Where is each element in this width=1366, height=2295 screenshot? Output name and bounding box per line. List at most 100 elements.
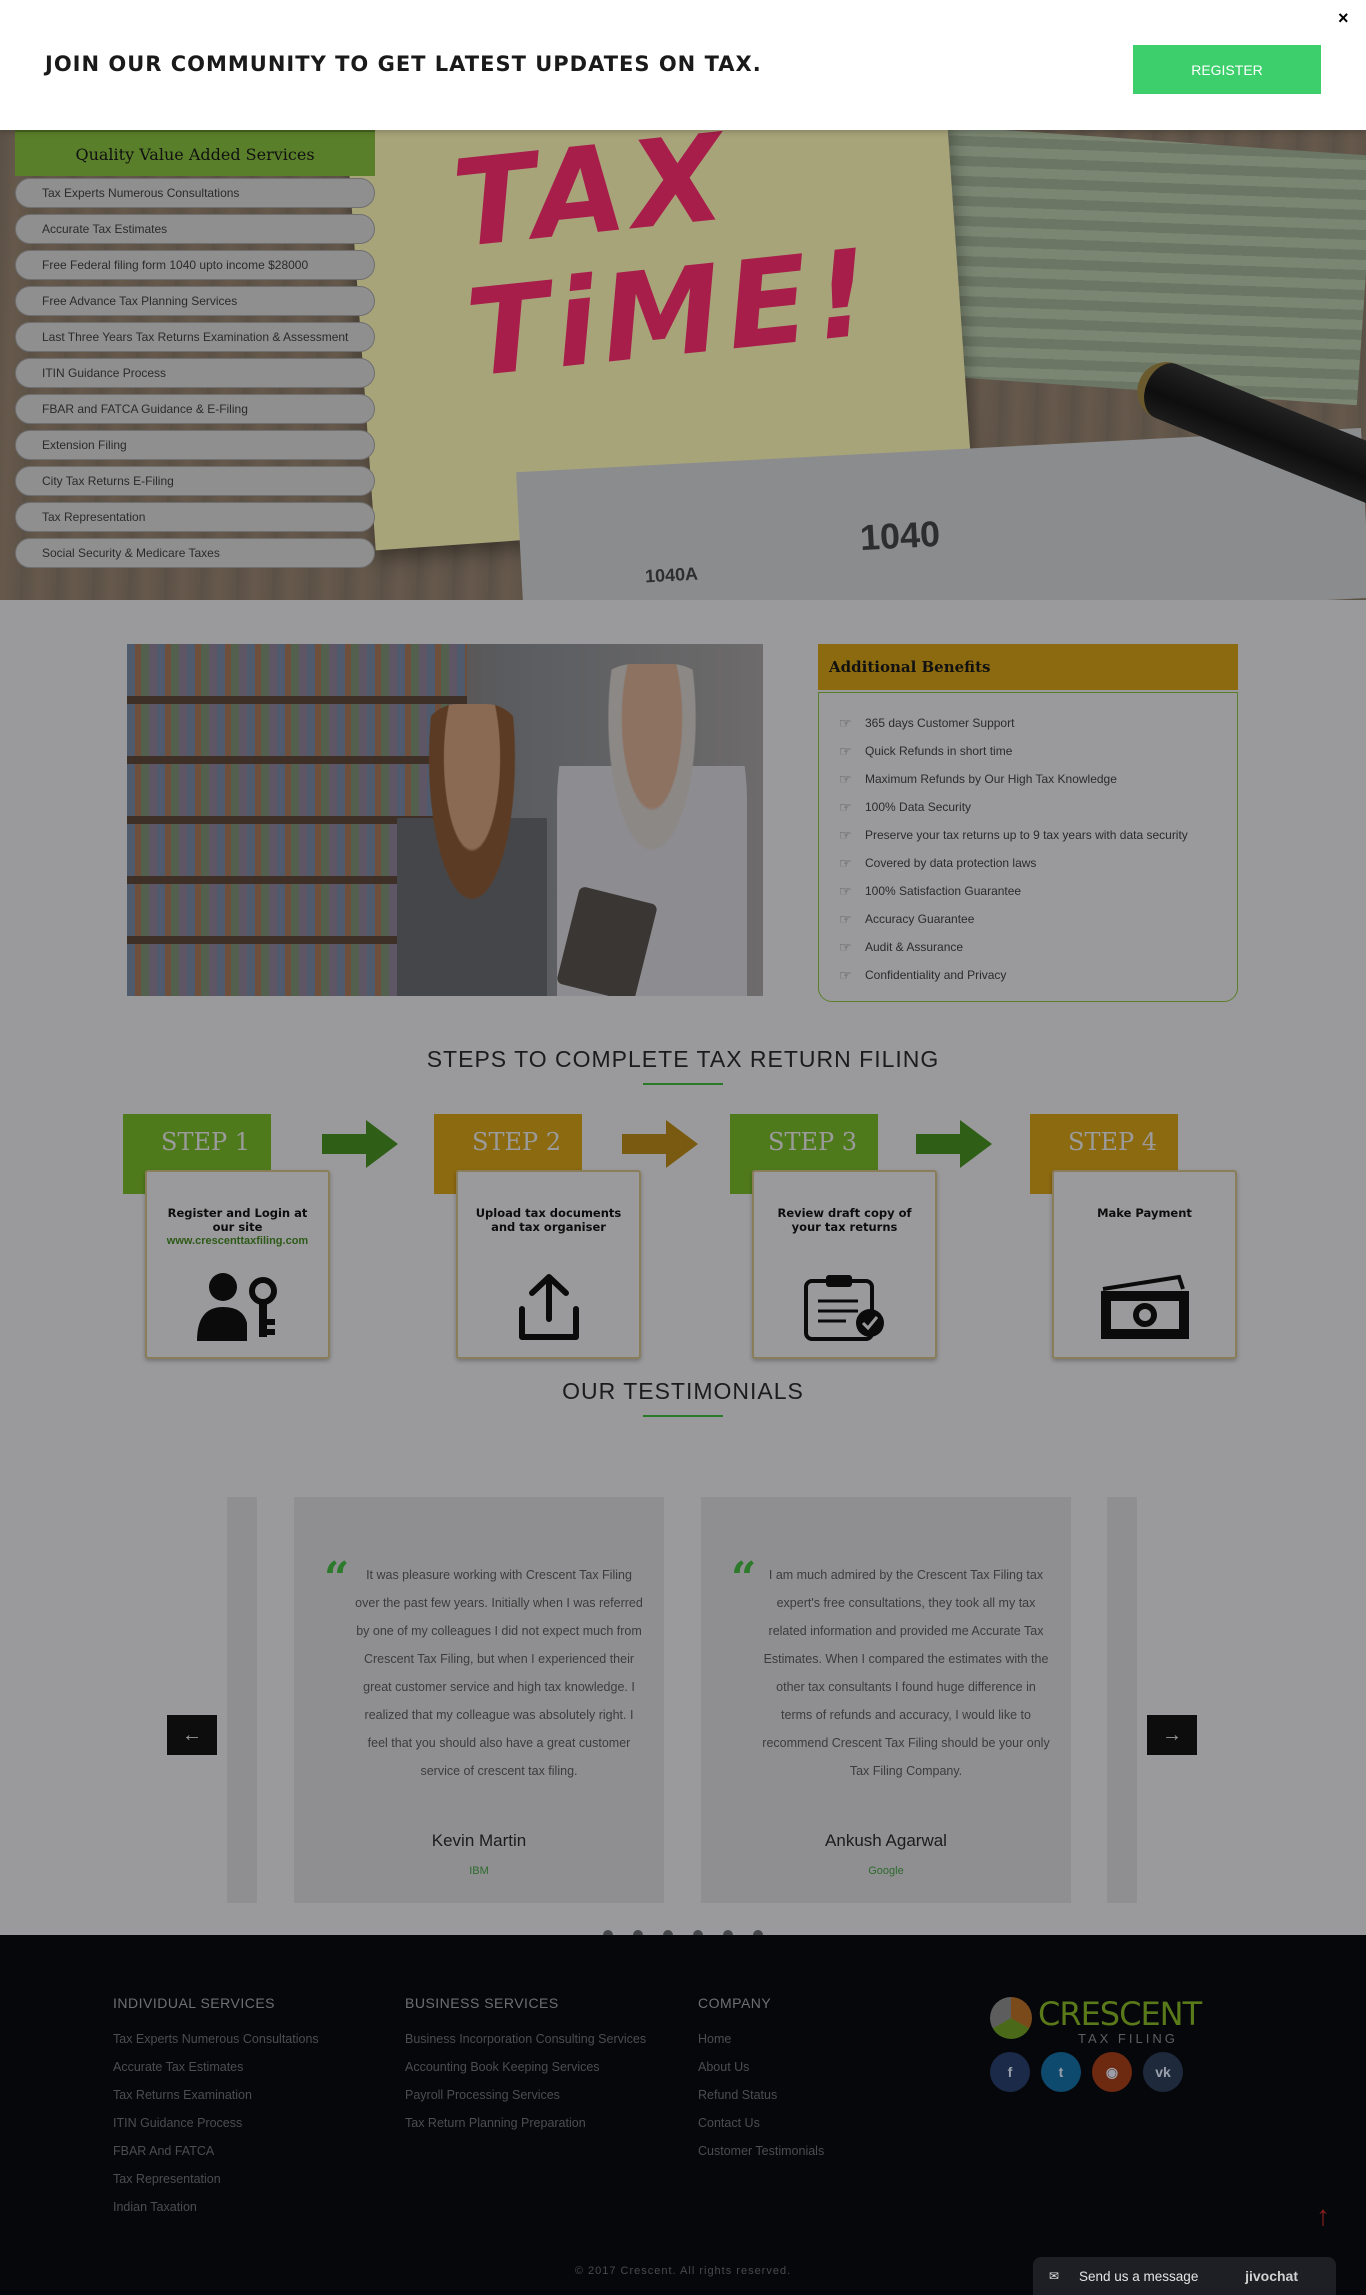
service-item[interactable]: ITIN Guidance Process — [15, 358, 375, 388]
footer-business-services: BUSINESS SERVICES Business Incorporation… — [405, 1995, 646, 2137]
benefit-item: ☞ 100% Data Security — [839, 793, 1237, 821]
consultation-photo — [127, 644, 763, 996]
service-item[interactable]: Last Three Years Tax Returns Examination… — [15, 322, 375, 352]
footer-link[interactable]: Home — [698, 2025, 824, 2053]
hand-pointer-icon: ☞ — [839, 799, 852, 815]
envelope-icon: ✉ — [1049, 2269, 1060, 2283]
hero-form-number-small: 1040A — [644, 563, 699, 587]
banner-text: JOIN OUR COMMUNITY TO GET LATEST UPDATES… — [45, 52, 762, 76]
newsletter-banner: JOIN OUR COMMUNITY TO GET LATEST UPDATES… — [0, 0, 1366, 130]
testimonial-name: Kevin Martin — [431, 1831, 527, 1850]
hand-pointer-icon: ☞ — [839, 715, 852, 731]
register-button[interactable]: REGISTER — [1133, 45, 1321, 94]
benefit-item: ☞ Covered by data protection laws — [839, 849, 1237, 877]
service-item[interactable]: Tax Representation — [15, 502, 375, 532]
service-item[interactable]: FBAR and FATCA Guidance & E-Filing — [15, 394, 375, 424]
benefit-text: Confidentiality and Privacy — [865, 968, 1007, 982]
footer-link[interactable]: Tax Experts Numerous Consultations — [113, 2025, 319, 2053]
footer-link[interactable]: Tax Returns Examination — [113, 2081, 319, 2109]
footer-link[interactable]: FBAR And FATCA — [113, 2137, 319, 2165]
footer-link[interactable]: About Us — [698, 2053, 824, 2081]
carousel-next-button[interactable]: → — [1147, 1715, 1197, 1755]
benefit-item: ☞ Accuracy Guarantee — [839, 905, 1237, 933]
facebook-icon[interactable]: f — [990, 2052, 1030, 2092]
steps-title-rule — [643, 1083, 723, 1085]
footer-link-list: Business Incorporation Consulting Servic… — [405, 2025, 646, 2137]
testimonial-card-partial — [227, 1497, 257, 1903]
footer-link-list: Tax Experts Numerous Consultations Accura… — [113, 2025, 319, 2221]
step-card: Make Payment — [1052, 1170, 1237, 1359]
step-text: Upload tax documents and tax organiser — [475, 1206, 622, 1234]
service-item[interactable]: Tax Experts Numerous Consultations — [15, 178, 375, 208]
twitter-icon[interactable]: t — [1041, 2052, 1081, 2092]
footer-individual-services: INDIVIDUAL SERVICES Tax Experts Numerous… — [113, 1995, 319, 2221]
arrow-right-icon — [916, 1120, 992, 1168]
quote-icon: “ — [731, 1553, 757, 1604]
testimonial-name: Ankush Agarwal — [825, 1831, 947, 1850]
footer: INDIVIDUAL SERVICES Tax Experts Numerous… — [0, 1935, 1366, 2295]
testimonial-text: It was pleasure working with Crescent Ta… — [355, 1568, 643, 1778]
footer-link[interactable]: ITIN Guidance Process — [113, 2109, 319, 2137]
step-4: STEP 4 Make Payment — [1030, 1114, 1240, 1359]
service-item[interactable]: Accurate Tax Estimates — [15, 214, 375, 244]
footer-link-list: Home About Us Refund Status Contact Us Custo… — [698, 2025, 824, 2165]
hand-pointer-icon: ☞ — [839, 911, 852, 927]
services-list: Tax Experts Numerous Consultations Accura… — [15, 178, 375, 568]
carousel-prev-button[interactable]: ← — [167, 1715, 217, 1755]
footer-link[interactable]: Tax Representation — [113, 2165, 319, 2193]
service-item[interactable]: Social Security & Medicare Taxes — [15, 538, 375, 568]
footer-link[interactable]: Business Incorporation Consulting Servic… — [405, 2025, 646, 2053]
benefit-item: ☞ 100% Satisfaction Guarantee — [839, 877, 1237, 905]
footer-link[interactable]: Customer Testimonials — [698, 2137, 824, 2165]
hero-form-number: 1040 — [858, 512, 942, 559]
testimonial-card-partial — [1107, 1497, 1137, 1903]
footer-link[interactable]: Payroll Processing Services — [405, 2081, 646, 2109]
step-card: Register and Login at our site www.cresc… — [145, 1170, 330, 1359]
quote-icon: “ — [324, 1553, 350, 1604]
benefit-text: Audit & Assurance — [865, 940, 964, 954]
service-item[interactable]: Free Federal filing form 1040 upto incom… — [15, 250, 375, 280]
upload-icon — [518, 1274, 579, 1340]
chat-widget[interactable]: ✉ Send us a message jivochat — [1033, 2257, 1336, 2295]
footer-link[interactable]: Contact Us — [698, 2109, 824, 2137]
benefits-title: Additional Benefits — [818, 644, 1238, 690]
footer-heading: COMPANY — [698, 1995, 772, 2011]
service-item[interactable]: Free Advance Tax Planning Services — [15, 286, 375, 316]
step-text: Review draft copy of your tax returns — [777, 1206, 912, 1234]
arrow-right-icon — [322, 1120, 398, 1168]
benefit-text: 100% Satisfaction Guarantee — [865, 884, 1022, 898]
benefit-item: ☞ Maximum Refunds by Our High Tax Knowled… — [839, 765, 1237, 793]
testimonial-card: “ I am much admired by the Crescent Tax … — [701, 1497, 1071, 1903]
arrow-right-icon — [622, 1120, 698, 1168]
close-icon[interactable]: × — [1338, 8, 1349, 29]
chat-brand: jivochat — [1245, 2268, 1298, 2284]
benefit-text: Quick Refunds in short time — [865, 744, 1013, 758]
scroll-top-icon[interactable]: ↑ — [1305, 2198, 1341, 2234]
crescent-logo[interactable]: CRESCENT TAX FILING — [990, 1993, 1202, 2049]
footer-link[interactable]: Indian Taxation — [113, 2193, 319, 2221]
footer-link[interactable]: Accounting Book Keeping Services — [405, 2053, 646, 2081]
step-3: STEP 3 Review draft copy of your tax ret… — [730, 1114, 940, 1359]
testimonials-title: OUR TESTIMONIALS — [562, 1378, 804, 1404]
testimonial-text: I am much admired by the Crescent Tax Fi… — [762, 1568, 1050, 1778]
hand-pointer-icon: ☞ — [839, 939, 852, 955]
services-title: Quality Value Added Services — [15, 130, 375, 176]
footer-link[interactable]: Refund Status — [698, 2081, 824, 2109]
footer-link[interactable]: Accurate Tax Estimates — [113, 2053, 319, 2081]
rss-icon[interactable]: ◉ — [1092, 2052, 1132, 2092]
logo-subtitle: TAX FILING — [1078, 2031, 1178, 2046]
footer-link[interactable]: Tax Return Planning Preparation — [405, 2109, 646, 2137]
site-link[interactable]: www.crescenttaxfiling.com — [147, 1234, 328, 1248]
service-item[interactable]: Extension Filing — [15, 430, 375, 460]
logo-mark-icon — [990, 1997, 1032, 2039]
hand-pointer-icon: ☞ — [839, 855, 852, 871]
hand-pointer-icon: ☞ — [839, 883, 852, 899]
step-1: STEP 1 Register and Login at our site ww… — [123, 1114, 333, 1359]
benefit-item: ☞ Confidentiality and Privacy — [839, 961, 1237, 989]
benefit-text: Maximum Refunds by Our High Tax Knowledg… — [865, 772, 1117, 786]
step-text: Make Payment — [1097, 1206, 1192, 1220]
service-item[interactable]: City Tax Returns E-Filing — [15, 466, 375, 496]
cash-icon — [1100, 1274, 1189, 1339]
benefit-item: ☞ Quick Refunds in short time — [839, 737, 1237, 765]
vk-icon[interactable]: vk — [1143, 2052, 1183, 2092]
